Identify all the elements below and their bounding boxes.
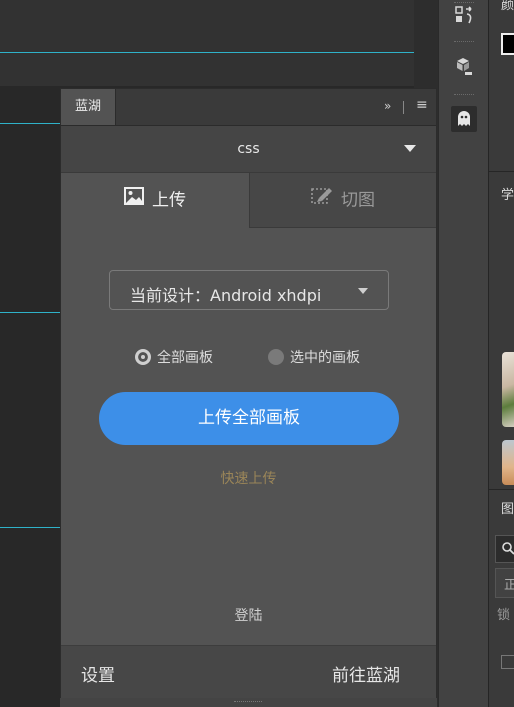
design-resolution-select[interactable]: 当前设计：Android xhdpi [109,270,389,310]
header-separator [403,101,404,114]
lanhu-plugin-panel: 蓝湖 » ≡ css 上传 切图 当前设计：Android xhdpi 全部画板… [60,88,437,698]
layers-panel-label: 图 [501,502,514,517]
history-icon[interactable] [452,4,476,28]
guide-line [0,123,60,124]
css-dropdown[interactable]: css [61,126,436,173]
strip-grip[interactable] [454,41,474,45]
3d-box-icon[interactable] [452,55,476,79]
collapse-panel-icon[interactable]: » [384,99,391,113]
radio-all-artboards-label: 全部画板 [157,350,213,366]
learn-thumbnail[interactable] [502,352,514,427]
radio-selected-artboards[interactable]: 选中的画板 [268,348,360,368]
learn-panel-label: 学 [501,188,514,203]
blend-mode-value: 正 [504,574,514,593]
layer-checkbox[interactable] [501,655,514,669]
radio-selected-indicator [135,349,151,365]
login-link[interactable]: 登陆 [61,605,436,625]
blend-mode-select[interactable]: 正 [495,568,514,598]
chevron-down-icon [404,145,416,152]
plugin-ghost-icon[interactable] [451,106,477,132]
mode-tabs: 上传 切图 [61,173,436,228]
radio-selected-artboards-label: 选中的画板 [290,350,360,366]
divider [489,489,514,490]
slice-icon [311,173,333,228]
goto-lanhu-button[interactable]: 前往蓝湖 [332,661,400,686]
divider [489,171,514,172]
upload-all-artboards-button[interactable]: 上传全部画板 [99,392,399,445]
lock-label: 锁 [497,608,511,623]
layer-search-field[interactable] [495,535,514,563]
chevron-down-icon [358,288,368,294]
guide-line [0,312,60,313]
panel-resize-grip[interactable] [60,698,437,707]
quick-upload-link[interactable]: 快速上传 [61,468,436,488]
settings-button[interactable]: 设置 [81,661,115,686]
color-panel-label: 颜 [501,0,514,13]
css-label: css [237,141,260,157]
panel-tab-lanhu[interactable]: 蓝湖 [61,89,116,125]
right-dock: 颜 学 图 正 锁 [488,0,514,707]
design-resolution-value: 当前设计：Android xhdpi [130,286,322,305]
panel-footer: 设置 前往蓝湖 [61,645,436,698]
guide-line [0,52,414,53]
tab-slice[interactable]: 切图 [249,173,436,228]
radio-all-artboards[interactable]: 全部画板 [135,348,213,368]
learn-thumbnail[interactable] [502,440,514,485]
tab-upload-label: 上传 [152,190,186,211]
tab-upload[interactable]: 上传 [61,173,249,228]
guide-line [0,527,60,528]
panel-header: 蓝湖 » ≡ [61,89,436,126]
radio-unselected-indicator [268,349,284,365]
strip-grip[interactable] [454,94,474,98]
canvas-top-region [0,0,414,86]
tab-slice-label: 切图 [341,190,375,211]
color-swatch[interactable] [501,33,514,55]
search-icon [502,542,514,555]
image-icon [124,173,144,228]
tool-strip [438,0,489,707]
panel-menu-icon[interactable]: ≡ [416,97,428,113]
